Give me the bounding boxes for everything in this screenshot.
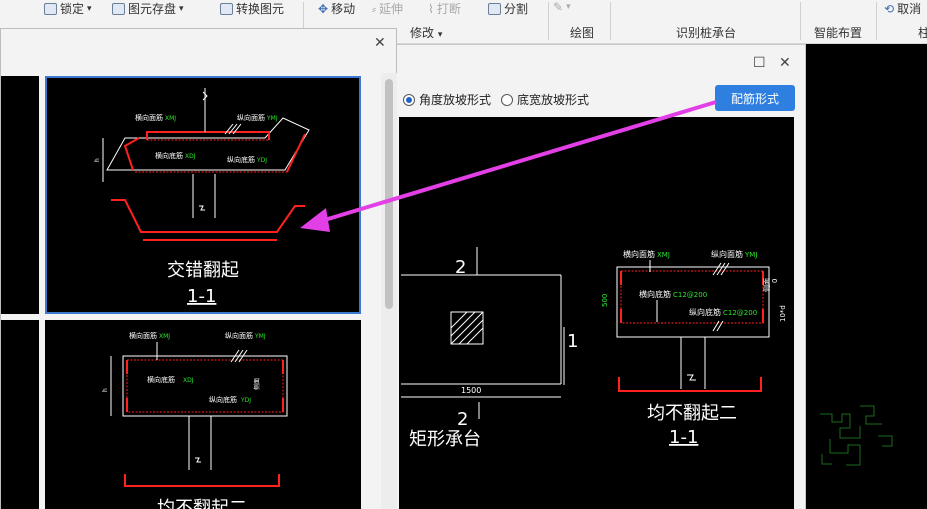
section-caption: 均不翻起二 <box>647 403 737 424</box>
convert-icon <box>220 2 233 15</box>
tile-a-long-top: 纵向面筋 <box>237 113 265 122</box>
draw-group-label: 绘图 <box>570 26 595 40</box>
plan-view: 2 1 1500 2 矩形承台 <box>401 247 578 450</box>
split-button[interactable]: 分割 <box>488 0 528 17</box>
truncated-group-label: 柱 <box>918 26 927 40</box>
tile-b-long-bottom-code: YDJ <box>240 397 251 404</box>
convert-element-button[interactable]: 转换图元 <box>220 0 284 17</box>
lock-button[interactable]: 锁定 ▾ <box>44 0 92 17</box>
split-icon <box>488 2 501 15</box>
tile-a-long-top-code: YMJ <box>266 115 278 122</box>
rebar-form-dialog: ✕ 横向面筋 XMJ 纵向面筋 YMJ 横向底筋 XDJ 纵向底筋 YDJ h … <box>0 28 397 509</box>
tile-b-top-rebar-code: XMJ <box>159 333 170 340</box>
smart-layout-group-label: 智能布置 <box>814 26 863 40</box>
section-cover: 0 <box>771 279 779 283</box>
rebar-form-list: 横向面筋 XMJ 纵向面筋 YMJ 横向底筋 XDJ 纵向底筋 YDJ h 交错… <box>1 73 381 509</box>
save-element-icon <box>112 2 125 15</box>
pile-cap-dialog: ☐ ✕ 角度放坡形式 底宽放坡形式 配筋形式 2 1 1500 2 矩形承台 横… <box>372 44 806 509</box>
radio-icon <box>501 93 513 106</box>
plan-dim: 1500 <box>461 386 481 395</box>
ribbon-divider <box>610 2 611 40</box>
extend-button[interactable]: ⸗ 延伸 <box>372 0 403 17</box>
no-bend-drawing: 横向面筋 XMJ 纵向面筋 YMJ 横向底筋 XDJ 纵向底筋 YDJ 侧面 h <box>102 331 288 509</box>
plan-label-bottom: 2 <box>457 409 468 430</box>
section-top-rebar: 横向面筋 <box>623 249 655 259</box>
cancel-button[interactable]: ⟲ 取消 <box>884 0 921 17</box>
tile-a-long-bottom-code: YDJ <box>256 157 267 164</box>
tile-a-long-bottom: 纵向底筋 <box>227 155 255 164</box>
list-scrollbar[interactable] <box>381 73 397 509</box>
tile-b-caption: 均不翻起二 <box>157 498 247 509</box>
pile-cap-drawing: 2 1 1500 2 矩形承台 横向面筋 XMJ 纵向面筋 YMJ 横向底筋 C… <box>401 247 787 450</box>
break-button[interactable]: ⌇ 打断 <box>428 0 461 17</box>
tile-b-long-top: 纵向面筋 <box>225 331 253 340</box>
tile-a-section-number: 1-1 <box>187 286 216 307</box>
tile-a-bottom-rebar: 横向底筋 <box>155 151 183 160</box>
section-long-bottom: 纵向底筋 <box>689 307 721 317</box>
tile-b-long-top-code: YMJ <box>254 333 266 340</box>
main-canvas[interactable] <box>800 44 927 509</box>
section-height: 500 <box>601 294 609 307</box>
lock-icon <box>44 2 57 15</box>
rebar-form-tile[interactable] <box>1 76 39 314</box>
break-icon: ⌇ <box>428 1 434 16</box>
modify-group-label[interactable]: 修改 ▾ <box>410 24 442 41</box>
staggered-drawing: 横向面筋 XMJ 纵向面筋 YMJ 横向底筋 XDJ 纵向底筋 YDJ h 交错… <box>94 88 310 307</box>
tile-b-side: 侧面 <box>253 378 261 390</box>
section-number: 1-1 <box>669 427 698 448</box>
tile-b-bottom-rebar-code: XDJ <box>183 377 194 384</box>
slope-option-bottom-width[interactable]: 底宽放坡形式 <box>501 91 589 108</box>
scroll-thumb[interactable] <box>385 79 393 309</box>
move-button[interactable]: ✥ 移动 <box>318 0 355 17</box>
move-icon: ✥ <box>318 1 329 16</box>
preview-canvas: 2 1 1500 2 矩形承台 横向面筋 XMJ 纵向面筋 YMJ 横向底筋 C… <box>399 117 794 509</box>
pen-icon: ✎ <box>553 0 564 14</box>
slope-option-angle[interactable]: 角度放坡形式 <box>403 91 491 108</box>
tile-a-bottom-rebar-code: XDJ <box>185 153 196 160</box>
tile-b-height-label: h <box>102 388 109 392</box>
section-side: 侧面 <box>762 278 771 292</box>
rebar-form-button[interactable]: 配筋形式 <box>715 85 795 111</box>
tile-a-top-rebar: 横向面筋 <box>135 113 163 122</box>
close-icon[interactable]: ✕ <box>374 35 386 51</box>
close-icon[interactable]: ✕ <box>779 55 791 71</box>
section-bottom-rebar: 横向底筋 <box>639 289 671 299</box>
maximize-icon[interactable]: ☐ <box>753 55 766 71</box>
tile-a-top-rebar-code: XMJ <box>165 115 176 122</box>
section-top-rebar-code: XMJ <box>657 251 670 259</box>
draw-pen-button[interactable]: ✎ ▾ <box>553 0 571 14</box>
section-bottom-rebar-spec: C12@200 <box>673 291 707 299</box>
radio-icon <box>403 93 415 106</box>
plan-caption: 矩形承台 <box>409 429 481 450</box>
rebar-form-tile[interactable] <box>1 320 39 509</box>
cancel-icon: ⟲ <box>884 1 895 16</box>
section-side2: 10*d <box>779 305 787 322</box>
identify-group-label: 识别桩承台 <box>676 26 737 40</box>
tile-b-long-bottom: 纵向底筋 <box>209 395 237 404</box>
ribbon-divider <box>800 2 801 40</box>
tile-b-top-rebar: 横向面筋 <box>129 331 157 340</box>
section-view: 横向面筋 XMJ 纵向面筋 YMJ 横向底筋 C12@200 纵向底筋 C12@… <box>601 249 787 448</box>
tile-a-height-label: h <box>94 158 101 162</box>
tile-a-caption: 交错翻起 <box>167 260 239 281</box>
rebar-form-tile-staggered[interactable]: 横向面筋 XMJ 纵向面筋 YMJ 横向底筋 XDJ 纵向底筋 YDJ h 交错… <box>45 76 361 314</box>
app-window: 锁定 ▾ 图元存盘 ▾ 转换图元 ✥ 移动 ⸗ 延伸 ⌇ 打断 分割 修改 ▾ ✎ ▾ 绘图… <box>0 0 927 509</box>
plan-label-right: 1 <box>567 331 578 352</box>
rebar-form-tile-no-bend-2[interactable]: 横向面筋 XMJ 纵向面筋 YMJ 横向底筋 XDJ 纵向底筋 YDJ 侧面 h <box>45 320 361 509</box>
tile-b-bottom-rebar: 横向底筋 <box>147 375 175 384</box>
canvas-background-drawing <box>820 405 893 466</box>
extend-icon: ⸗ <box>372 1 376 16</box>
plan-label-top: 2 <box>455 257 466 278</box>
section-long-bottom-spec: C12@200 <box>723 309 757 317</box>
section-long-top: 纵向面筋 <box>711 249 743 259</box>
section-long-top-code: YMJ <box>744 251 757 259</box>
ribbon-divider <box>876 2 877 40</box>
ribbon-divider <box>548 2 549 40</box>
save-element-button[interactable]: 图元存盘 ▾ <box>112 0 184 17</box>
